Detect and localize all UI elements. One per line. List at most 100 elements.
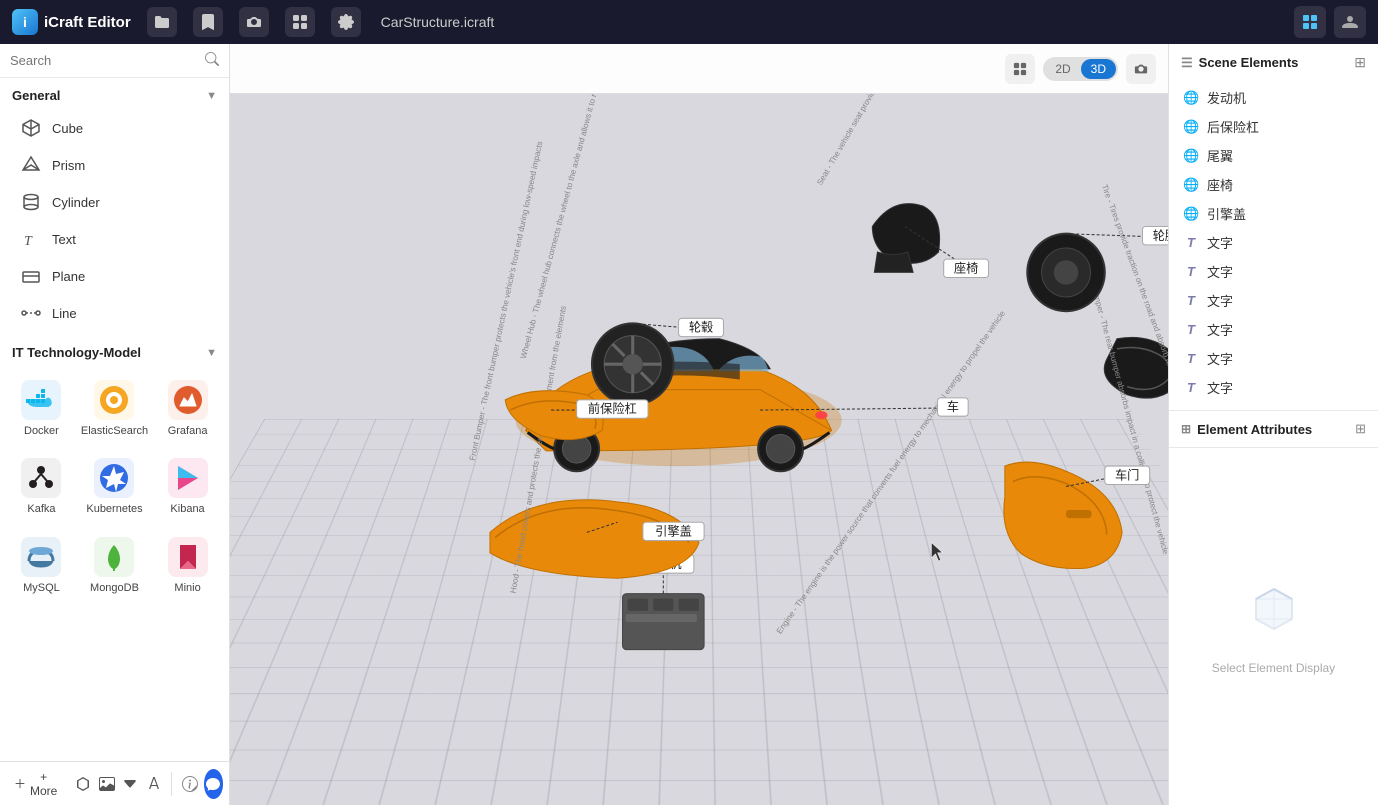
grafana-item[interactable]: Grafana bbox=[156, 372, 219, 446]
plane-label: Plane bbox=[52, 269, 85, 284]
layout-icon-btn[interactable] bbox=[1294, 6, 1326, 38]
info-button[interactable] bbox=[180, 769, 200, 799]
list-icon: ☰ bbox=[1181, 55, 1193, 71]
attrs-expand-icon[interactable]: ⊞ bbox=[1355, 421, 1366, 437]
attrs-header: ⊞ Element Attributes ⊞ bbox=[1169, 411, 1378, 448]
wheel-hub-part[interactable]: 轮毂 Wheel Hub - The wheel hub connects th… bbox=[519, 94, 724, 405]
text-item-2[interactable]: T 文字 bbox=[1169, 257, 1378, 286]
cube-label: Cube bbox=[52, 121, 83, 136]
prism-icon bbox=[20, 154, 42, 176]
elasticsearch-label: ElasticSearch bbox=[81, 424, 148, 438]
scene-label-seat: 座椅 bbox=[1207, 175, 1233, 194]
topbar: i iCraft Editor CarStructure.icraft bbox=[0, 0, 1378, 44]
cylinder-item[interactable]: Cylinder bbox=[6, 184, 223, 220]
text-item-5[interactable]: T 文字 bbox=[1169, 344, 1378, 373]
scene-expand-icon[interactable]: ⊞ bbox=[1354, 54, 1366, 71]
kibana-item[interactable]: Kibana bbox=[156, 450, 219, 524]
cube-item[interactable]: Cube bbox=[6, 110, 223, 146]
mongodb-item[interactable]: MongoDB bbox=[77, 529, 152, 603]
prism-item[interactable]: Prism bbox=[6, 147, 223, 183]
more-button[interactable]: ＋ + More bbox=[6, 765, 65, 803]
scene-label-tail-wing: 尾翼 bbox=[1207, 146, 1233, 165]
scene-label-engine: 发动机 bbox=[1207, 88, 1246, 107]
scene-item-tail-wing[interactable]: 🌐 尾翼 bbox=[1169, 141, 1378, 170]
kibana-icon bbox=[168, 458, 208, 498]
filename: CarStructure.icraft bbox=[381, 14, 495, 30]
it-section-header[interactable]: IT Technology-Model ▼ bbox=[0, 335, 229, 366]
search-input[interactable] bbox=[10, 53, 199, 68]
text-label-4: 文字 bbox=[1207, 320, 1233, 339]
docker-icon bbox=[21, 380, 61, 420]
text-item-4[interactable]: T 文字 bbox=[1169, 315, 1378, 344]
line-item[interactable]: Line bbox=[6, 295, 223, 331]
snapshot-button[interactable] bbox=[1126, 54, 1156, 84]
mongodb-label: MongoDB bbox=[90, 581, 139, 595]
3d-canvas[interactable]: 发动机 Engine - The engine is the power sou… bbox=[230, 94, 1168, 805]
text-item-6[interactable]: T 文字 bbox=[1169, 373, 1378, 402]
kubernetes-label: Kubernetes bbox=[86, 502, 142, 516]
scene-item-engine[interactable]: 🌐 发动机 bbox=[1169, 83, 1378, 112]
line-label: Line bbox=[52, 306, 77, 321]
svg-text:Wheel Hub - The wheel hub conn: Wheel Hub - The wheel hub connects the w… bbox=[519, 94, 609, 360]
mysql-item[interactable]: MySQL bbox=[10, 529, 73, 603]
camera-button[interactable] bbox=[239, 7, 269, 37]
app-logo: i iCraft Editor bbox=[12, 9, 131, 35]
kubernetes-icon bbox=[94, 458, 134, 498]
image-toolbar-button[interactable] bbox=[97, 769, 117, 799]
account-icon-btn[interactable] bbox=[1334, 6, 1366, 38]
text-icon-5: T bbox=[1183, 351, 1199, 366]
minio-icon bbox=[168, 537, 208, 577]
text-icon-6: T bbox=[1183, 380, 1199, 395]
app-name: iCraft Editor bbox=[44, 14, 131, 31]
scene-item-seat[interactable]: 🌐 座椅 bbox=[1169, 170, 1378, 199]
grid-view-button[interactable] bbox=[1005, 54, 1035, 84]
svg-text:T: T bbox=[24, 234, 33, 249]
prism-label: Prism bbox=[52, 158, 85, 173]
open-folder-button[interactable] bbox=[147, 7, 177, 37]
chat-button[interactable] bbox=[204, 769, 224, 799]
3d-mode-button[interactable]: 3D bbox=[1081, 59, 1116, 79]
general-section-header[interactable]: General ▼ bbox=[0, 78, 229, 109]
cube-toolbar-button[interactable] bbox=[73, 769, 93, 799]
scene-item-hood[interactable]: 🌐 引擎盖 bbox=[1169, 199, 1378, 228]
minio-item[interactable]: Minio bbox=[156, 529, 219, 603]
plane-item[interactable]: Plane bbox=[6, 258, 223, 294]
text-item[interactable]: T Text bbox=[6, 221, 223, 257]
scene-elements-section: ☰ Scene Elements ⊞ 🌐 发动机 🌐 后保险杠 🌐 尾翼 bbox=[1169, 44, 1378, 411]
cylinder-label: Cylinder bbox=[52, 195, 100, 210]
bookmark-button[interactable] bbox=[193, 7, 223, 37]
docker-label: Docker bbox=[24, 424, 59, 438]
search-button[interactable] bbox=[205, 52, 219, 69]
attrs-placeholder-text: Select Element Display bbox=[1212, 661, 1335, 675]
scene-item-rear-bumper[interactable]: 🌐 后保险杠 bbox=[1169, 112, 1378, 141]
search-bar bbox=[0, 44, 229, 78]
text-item-1[interactable]: T 文字 bbox=[1169, 228, 1378, 257]
view-mode-toggle: 2D 3D bbox=[1043, 57, 1118, 81]
bottom-toolbar: ＋ + More bbox=[0, 761, 229, 805]
it-chevron-icon: ▼ bbox=[206, 347, 217, 359]
settings-button[interactable] bbox=[331, 7, 361, 37]
kafka-item[interactable]: Kafka bbox=[10, 450, 73, 524]
plane-icon bbox=[20, 265, 42, 287]
text-toolbar-button[interactable] bbox=[144, 769, 164, 799]
seat-part[interactable]: 座椅 Seat - The vehicle seat provides a co… bbox=[815, 94, 988, 278]
right-panel: ☰ Scene Elements ⊞ 🌐 发动机 🌐 后保险杠 🌐 尾翼 bbox=[1168, 44, 1378, 805]
front-bumper-part[interactable]: 前保险杠 Front Bumper - The front bumper pro… bbox=[468, 140, 648, 461]
main-layout: General ▼ Cube bbox=[0, 44, 1378, 805]
grid-button[interactable] bbox=[285, 7, 315, 37]
docker-item[interactable]: Docker bbox=[10, 372, 73, 446]
text-item-3[interactable]: T 文字 bbox=[1169, 286, 1378, 315]
kubernetes-item[interactable]: Kubernetes bbox=[77, 450, 152, 524]
elasticsearch-item[interactable]: ElasticSearch bbox=[77, 372, 152, 446]
svg-text:前保险杠: 前保险杠 bbox=[588, 401, 637, 416]
car-label[interactable]: 车 bbox=[760, 398, 968, 416]
2d-mode-button[interactable]: 2D bbox=[1045, 59, 1080, 79]
kafka-icon bbox=[21, 458, 61, 498]
expand-toolbar-button[interactable] bbox=[120, 769, 140, 799]
globe-icon-4: 🌐 bbox=[1183, 177, 1199, 193]
attrs-placeholder: Select Element Display bbox=[1169, 448, 1378, 805]
globe-icon-5: 🌐 bbox=[1183, 206, 1199, 222]
text-label-2: 文字 bbox=[1207, 262, 1233, 281]
general-chevron-icon: ▼ bbox=[206, 90, 217, 102]
grafana-icon bbox=[168, 380, 208, 420]
